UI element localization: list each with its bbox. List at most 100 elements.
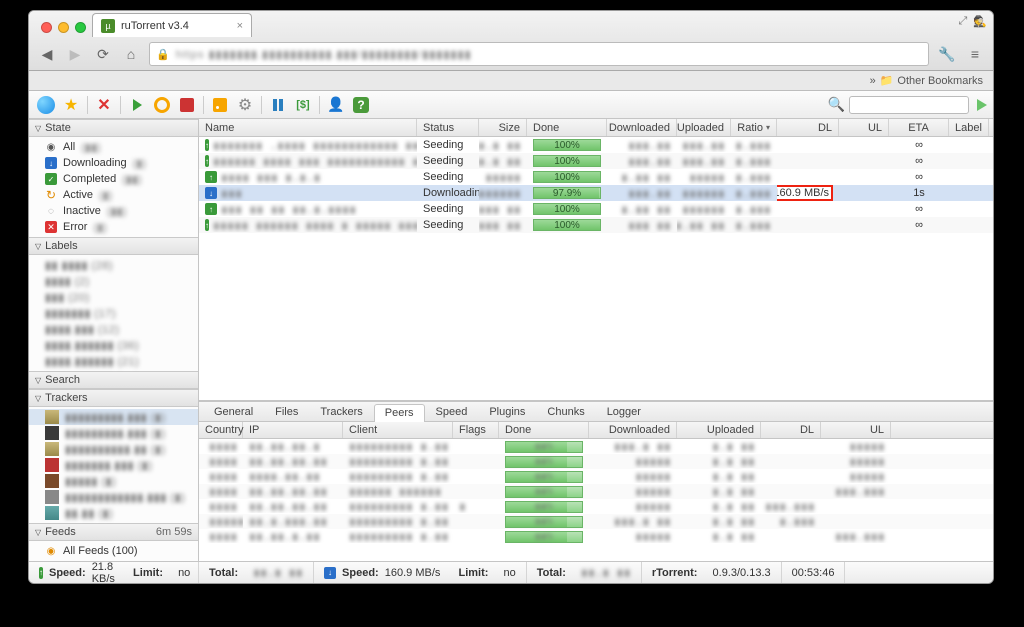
home-button[interactable]: ⌂ bbox=[121, 44, 141, 64]
remove-button[interactable]: ✕ bbox=[93, 95, 115, 115]
tab-close-icon[interactable]: × bbox=[237, 20, 243, 32]
label-item[interactable]: ▮▮ ▮▮▮▮ (28) bbox=[29, 257, 198, 273]
upload-icon[interactable]: ↑ bbox=[39, 567, 43, 579]
close-window-icon[interactable] bbox=[41, 22, 52, 33]
wrench-icon[interactable]: 🔧 bbox=[937, 44, 957, 64]
label-item[interactable]: ▮▮▮▮.▮▮▮▮▮▮ (36) bbox=[29, 337, 198, 353]
col-label[interactable]: Label bbox=[949, 119, 989, 136]
bookmarks-chevron-icon[interactable]: » bbox=[870, 75, 876, 87]
download-icon[interactable]: ↓ bbox=[324, 567, 336, 579]
other-bookmarks-link[interactable]: Other Bookmarks bbox=[897, 75, 983, 87]
torrent-row[interactable]: ▮▮▮▮▮▮▮ .▮▮▮▮ ▮▮▮▮▮▮▮▮▮▮▮▮ ▮▮▮▮ Seeding … bbox=[199, 137, 993, 153]
torrent-row[interactable]: ▮▮▮▮▮▮ ▮▮▮▮ ▮▮▮ ▮▮▮▮▮▮▮▮▮▮▮ ▮.▮▮ Seeding… bbox=[199, 153, 993, 169]
col-dl[interactable]: DL bbox=[777, 119, 839, 136]
fullscreen-icon[interactable]: ⤢ bbox=[958, 15, 967, 28]
upload-limit[interactable]: no bbox=[178, 567, 190, 579]
state-item-completed[interactable]: ✓Completed (▮▮) bbox=[29, 171, 198, 187]
trackers-panel-header[interactable]: ▽Trackers bbox=[29, 389, 198, 407]
search-input[interactable] bbox=[849, 96, 969, 114]
window-controls[interactable] bbox=[37, 22, 92, 37]
label-item[interactable]: ▮▮▮▮ (2) bbox=[29, 273, 198, 289]
tab-trackers[interactable]: Trackers bbox=[309, 403, 373, 421]
ratio-button[interactable]: [$] bbox=[292, 95, 314, 115]
search-panel-header[interactable]: ▽Search bbox=[29, 371, 198, 389]
col-downloaded[interactable]: Downloaded bbox=[607, 119, 677, 136]
peer-row[interactable]: ▮▮▮▮ ▮▮.▮▮.▮.▮▮ ▮▮▮▮▮▮▮▮▮ ▮.▮▮ ▮▮% ▮▮▮▮▮… bbox=[199, 529, 993, 544]
peer-row[interactable]: ▮▮▮▮ ▮▮.▮▮.▮▮.▮▮ ▮▮▮▮▮▮ ▮▮▮▮▮▮ ▮▮% ▮▮▮▮▮… bbox=[199, 484, 993, 499]
state-panel-header[interactable]: ▽State bbox=[29, 119, 198, 137]
col-size[interactable]: Size bbox=[479, 119, 527, 136]
peer-row[interactable]: ▮▮▮▮▮ ▮▮.▮.▮▮▮.▮▮ ▮▮▮▮▮▮▮▮▮ ▮.▮▮ ▮▮% ▮▮▮… bbox=[199, 514, 993, 529]
state-item-downloading[interactable]: ↓Downloading (▮) bbox=[29, 155, 198, 171]
state-item-error[interactable]: ✕Error (▮) bbox=[29, 219, 198, 235]
torrent-row[interactable]: ▮▮▮ Downloading ▮▮▮▮▮▮▮ 97.9% ▮▮▮.▮▮ ▮▮▮… bbox=[199, 185, 993, 201]
col-name[interactable]: Name bbox=[199, 119, 417, 136]
tab-files[interactable]: Files bbox=[264, 403, 309, 421]
zoom-window-icon[interactable] bbox=[75, 22, 86, 33]
tracker-item[interactable]: ▮▮▮▮▮▮▮▮▮▮.▮▮ (▮) bbox=[29, 441, 198, 457]
minimize-window-icon[interactable] bbox=[58, 22, 69, 33]
help-button[interactable]: ? bbox=[350, 95, 372, 115]
peer-row[interactable]: ▮▮▮▮ ▮▮.▮▮.▮▮.▮▮ ▮▮▮▮▮▮▮▮▮ ▮.▮▮ ▮ ▮▮% ▮▮… bbox=[199, 499, 993, 514]
labels-panel-header[interactable]: ▽Labels bbox=[29, 237, 198, 255]
torrent-row[interactable]: ▮▮▮ ▮▮ ▮▮ ▮▮.▮.▮▮▮▮ Seeding ▮▮▮ ▮▮ 100% … bbox=[199, 201, 993, 217]
label-item[interactable]: ▮▮▮▮.▮▮▮▮▮▮ (21) bbox=[29, 353, 198, 369]
settings-button[interactable]: ⚙ bbox=[234, 95, 256, 115]
label-item[interactable]: ▮▮▮▮▮▮▮ (17) bbox=[29, 305, 198, 321]
state-item-inactive[interactable]: ◌Inactive (▮▮) bbox=[29, 203, 198, 219]
label-item[interactable]: ▮▮▮ (20) bbox=[29, 289, 198, 305]
col-ratio[interactable]: Ratio bbox=[731, 119, 777, 136]
queue-pause-button[interactable] bbox=[267, 95, 289, 115]
start-button[interactable] bbox=[126, 95, 148, 115]
col-ul[interactable]: UL bbox=[839, 119, 889, 136]
torrent-columns[interactable]: Name Status Size Done Downloaded Uploade… bbox=[199, 119, 993, 137]
label-item[interactable]: ▮▮▮▮.▮▮▮ (12) bbox=[29, 321, 198, 337]
search-go-button[interactable] bbox=[977, 99, 987, 111]
pcol-dl[interactable]: DL bbox=[761, 422, 821, 438]
peer-columns[interactable]: Country IP Client Flags Done Downloaded … bbox=[199, 422, 993, 439]
col-uploaded[interactable]: Uploaded bbox=[677, 119, 731, 136]
torrent-row[interactable]: ▮▮▮▮ ▮▮▮ ▮.▮.▮ Seeding ▮▮▮▮▮ 100% ▮.▮▮ ▮… bbox=[199, 169, 993, 185]
tab-peers[interactable]: Peers bbox=[374, 404, 425, 422]
pcol-ul[interactable]: UL bbox=[821, 422, 891, 438]
back-button[interactable]: ◀ bbox=[37, 44, 57, 64]
tab-logger[interactable]: Logger bbox=[596, 403, 652, 421]
pcol-done[interactable]: Done bbox=[499, 422, 589, 438]
tab-speed[interactable]: Speed bbox=[425, 403, 479, 421]
pcol-downloaded[interactable]: Downloaded bbox=[589, 422, 677, 438]
pcol-uploaded[interactable]: Uploaded bbox=[677, 422, 761, 438]
tab-plugins[interactable]: Plugins bbox=[478, 403, 536, 421]
state-item-active[interactable]: ↻Active (▮) bbox=[29, 187, 198, 203]
stop-button[interactable] bbox=[176, 95, 198, 115]
menu-icon[interactable]: ≡ bbox=[965, 44, 985, 64]
tracker-item[interactable]: ▮▮▮▮▮▮▮▮▮.▮▮▮ (▮) bbox=[29, 425, 198, 441]
peer-list[interactable]: ▮▮▮▮ ▮▮.▮▮.▮▮.▮ ▮▮▮▮▮▮▮▮▮ ▮.▮▮ ▮▮% ▮▮▮.▮… bbox=[199, 439, 993, 561]
col-status[interactable]: Status bbox=[417, 119, 479, 136]
pcol-ip[interactable]: IP bbox=[243, 422, 343, 438]
plugin-button[interactable]: 👤 bbox=[325, 95, 347, 115]
pause-button[interactable] bbox=[151, 95, 173, 115]
create-torrent-button[interactable]: ★ bbox=[60, 95, 82, 115]
reload-button[interactable]: ⟳ bbox=[93, 44, 113, 64]
state-item-all[interactable]: ◉All (▮▮) bbox=[29, 139, 198, 155]
feeds-item[interactable]: ◉All Feeds (100) bbox=[29, 543, 198, 559]
tracker-item[interactable]: ▮▮▮▮▮▮▮.▮▮▮ (▮) bbox=[29, 457, 198, 473]
tracker-item[interactable]: ▮▮▮▮▮▮▮▮▮▮▮▮.▮▮▮ (▮) bbox=[29, 489, 198, 505]
peer-row[interactable]: ▮▮▮▮ ▮▮.▮▮.▮▮.▮▮ ▮▮▮▮▮▮▮▮▮ ▮.▮▮ ▮▮% ▮▮▮▮… bbox=[199, 454, 993, 469]
download-limit[interactable]: no bbox=[504, 567, 516, 579]
tab-chunks[interactable]: Chunks bbox=[536, 403, 595, 421]
pcol-client[interactable]: Client bbox=[343, 422, 453, 438]
tracker-item[interactable]: ▮▮▮▮▮▮▮▮▮.▮▮▮ (▮) bbox=[29, 409, 198, 425]
peer-row[interactable]: ▮▮▮▮ ▮▮▮▮.▮▮.▮▮ ▮▮▮▮▮▮▮▮▮ ▮.▮▮ ▮▮% ▮▮▮▮▮… bbox=[199, 469, 993, 484]
peer-row[interactable]: ▮▮▮▮ ▮▮.▮▮.▮▮.▮ ▮▮▮▮▮▮▮▮▮ ▮.▮▮ ▮▮% ▮▮▮.▮… bbox=[199, 439, 993, 454]
rss-button[interactable] bbox=[209, 95, 231, 115]
col-eta[interactable]: ETA bbox=[889, 119, 949, 136]
pcol-country[interactable]: Country bbox=[199, 422, 243, 438]
forward-button[interactable]: ▶ bbox=[65, 44, 85, 64]
tab-general[interactable]: General bbox=[203, 403, 264, 421]
address-bar[interactable]: 🔒 https ▮▮▮▮▮▮▮.▮▮▮▮▮▮▮▮▮▮.▮▮▮/▮▮▮▮▮▮▮▮/… bbox=[149, 42, 929, 66]
torrent-row[interactable]: ▮▮▮▮▮ ▮▮▮▮▮▮ ▮▮▮▮ ▮ ▮▮▮▮▮ ▮▮▮▮▮▮▮ Seedin… bbox=[199, 217, 993, 233]
tracker-item[interactable]: ▮▮▮▮▮ (▮) bbox=[29, 473, 198, 489]
pcol-flags[interactable]: Flags bbox=[453, 422, 499, 438]
add-torrent-button[interactable] bbox=[35, 95, 57, 115]
